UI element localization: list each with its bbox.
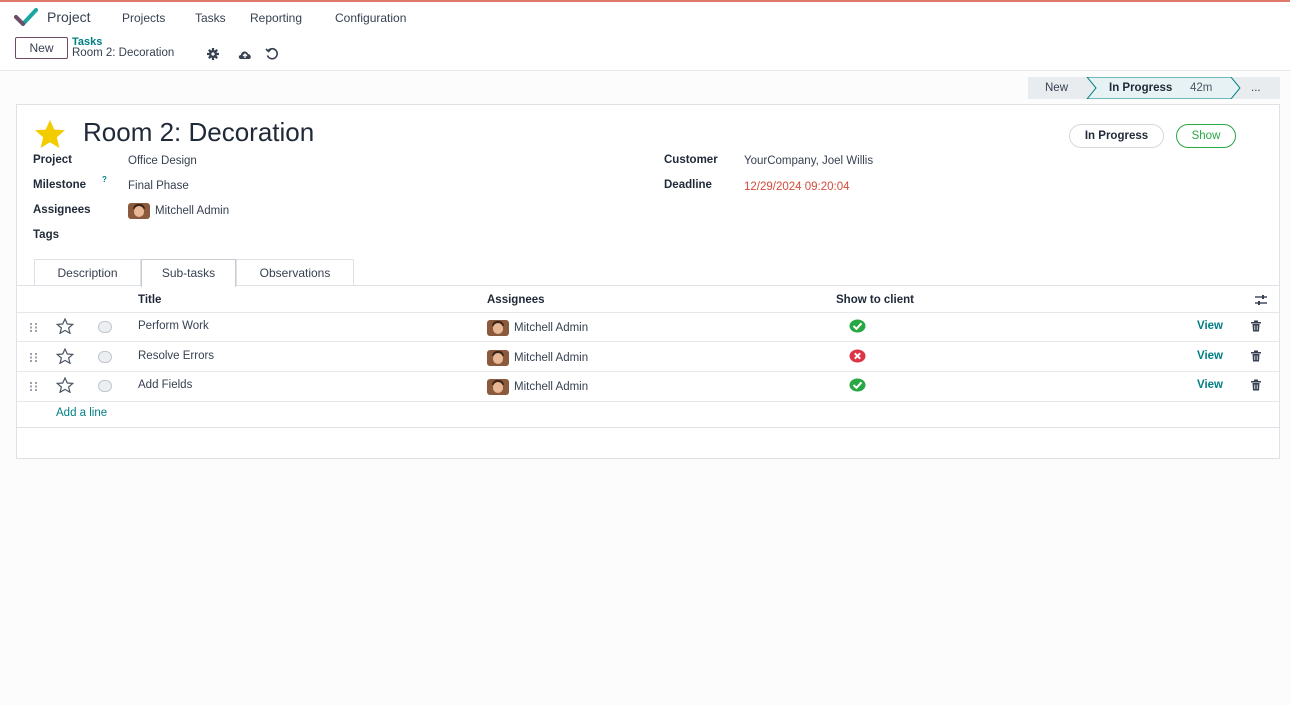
column-title[interactable]: Title xyxy=(138,294,161,306)
avatar xyxy=(487,320,509,336)
control-panel: New Tasks Room 2: Decoration xyxy=(0,32,1290,71)
assignee-value[interactable]: Mitchell Admin xyxy=(155,205,229,217)
state-circle-icon[interactable] xyxy=(98,351,112,363)
trash-icon[interactable] xyxy=(1250,379,1262,391)
view-button[interactable]: View xyxy=(1197,320,1223,332)
menu-tasks[interactable]: Tasks xyxy=(195,11,226,25)
stage-more[interactable]: ... xyxy=(1251,77,1261,99)
drag-handle-icon[interactable] xyxy=(29,381,39,391)
customer-label: Customer xyxy=(664,154,718,166)
view-button[interactable]: View xyxy=(1197,350,1223,362)
drag-handle-icon[interactable] xyxy=(29,322,39,332)
drag-handle-icon[interactable] xyxy=(29,352,39,362)
table-row[interactable]: Perform Work Mitchell Admin View xyxy=(17,312,1279,341)
project-label: Project xyxy=(33,154,72,166)
trash-icon[interactable] xyxy=(1250,350,1262,362)
stage-in-progress[interactable]: In Progress xyxy=(1109,77,1172,99)
avatar xyxy=(487,350,509,366)
status-pill[interactable]: In Progress xyxy=(1069,124,1164,148)
stage-time: 42m xyxy=(1190,82,1213,94)
subtask-title[interactable]: Perform Work xyxy=(138,320,209,332)
stage-statusbar: New In Progress 42m ... xyxy=(1028,77,1280,99)
menu-configuration[interactable]: Configuration xyxy=(335,11,406,25)
table-row[interactable]: Resolve Errors Mitchell Admin View xyxy=(17,342,1279,371)
subtask-assignee[interactable]: Mitchell Admin xyxy=(514,322,588,334)
cloud-upload-icon[interactable] xyxy=(237,47,253,61)
view-button[interactable]: View xyxy=(1197,379,1223,391)
project-value[interactable]: Office Design xyxy=(128,155,197,167)
app-name[interactable]: Project xyxy=(47,9,91,25)
project-app-icon[interactable] xyxy=(14,7,38,27)
customer-value[interactable]: YourCompany, Joel Willis xyxy=(744,155,873,167)
menu-projects[interactable]: Projects xyxy=(122,11,165,25)
avatar xyxy=(487,379,509,395)
trash-icon[interactable] xyxy=(1250,320,1262,332)
subtask-assignee[interactable]: Mitchell Admin xyxy=(514,352,588,364)
top-navbar: Project Projects Tasks Reporting Configu… xyxy=(0,0,1290,32)
star-outline-icon[interactable] xyxy=(56,348,74,364)
column-assignees[interactable]: Assignees xyxy=(487,294,545,306)
deadline-value[interactable]: 12/29/2024 09:20:04 xyxy=(744,181,850,193)
deadline-label: Deadline xyxy=(664,179,712,191)
optional-columns-icon[interactable] xyxy=(1254,294,1268,306)
table-bottom-divider xyxy=(17,427,1279,428)
star-outline-icon[interactable] xyxy=(56,377,74,393)
star-outline-icon[interactable] xyxy=(56,318,74,334)
gear-icon[interactable] xyxy=(206,47,220,61)
milestone-help-icon[interactable]: ? xyxy=(102,175,107,184)
column-show-to-client[interactable]: Show to client xyxy=(836,294,914,306)
row-divider xyxy=(17,401,1279,402)
menu-reporting[interactable]: Reporting xyxy=(250,11,302,25)
task-title[interactable]: Room 2: Decoration xyxy=(83,117,314,148)
table-row[interactable]: Add Fields Mitchell Admin View xyxy=(17,371,1279,400)
subtask-title[interactable]: Add Fields xyxy=(138,379,192,391)
tags-label: Tags xyxy=(33,229,59,241)
show-button[interactable]: Show xyxy=(1176,124,1236,148)
check-icon xyxy=(849,378,866,392)
stage-new[interactable]: New xyxy=(1045,77,1068,99)
state-circle-icon[interactable] xyxy=(98,321,112,333)
milestone-value[interactable]: Final Phase xyxy=(128,180,189,192)
tab-description[interactable]: Description xyxy=(34,259,141,286)
tab-sub-tasks[interactable]: Sub-tasks xyxy=(141,259,236,287)
form-sheet: Room 2: Decoration In Progress Show Proj… xyxy=(16,104,1280,459)
check-icon xyxy=(849,319,866,333)
avatar xyxy=(128,203,150,219)
subtask-title[interactable]: Resolve Errors xyxy=(138,350,214,362)
subtask-assignee[interactable]: Mitchell Admin xyxy=(514,381,588,393)
priority-star-icon[interactable] xyxy=(33,119,67,149)
assignees-label: Assignees xyxy=(33,204,91,216)
add-line-link[interactable]: Add a line xyxy=(56,407,107,419)
state-circle-icon[interactable] xyxy=(98,380,112,392)
discard-icon[interactable] xyxy=(265,47,279,61)
tab-observations[interactable]: Observations xyxy=(236,259,354,286)
cross-icon xyxy=(849,349,866,363)
milestone-label: Milestone xyxy=(33,179,87,191)
new-button[interactable]: New xyxy=(15,37,68,59)
breadcrumb-current: Room 2: Decoration xyxy=(72,47,175,59)
